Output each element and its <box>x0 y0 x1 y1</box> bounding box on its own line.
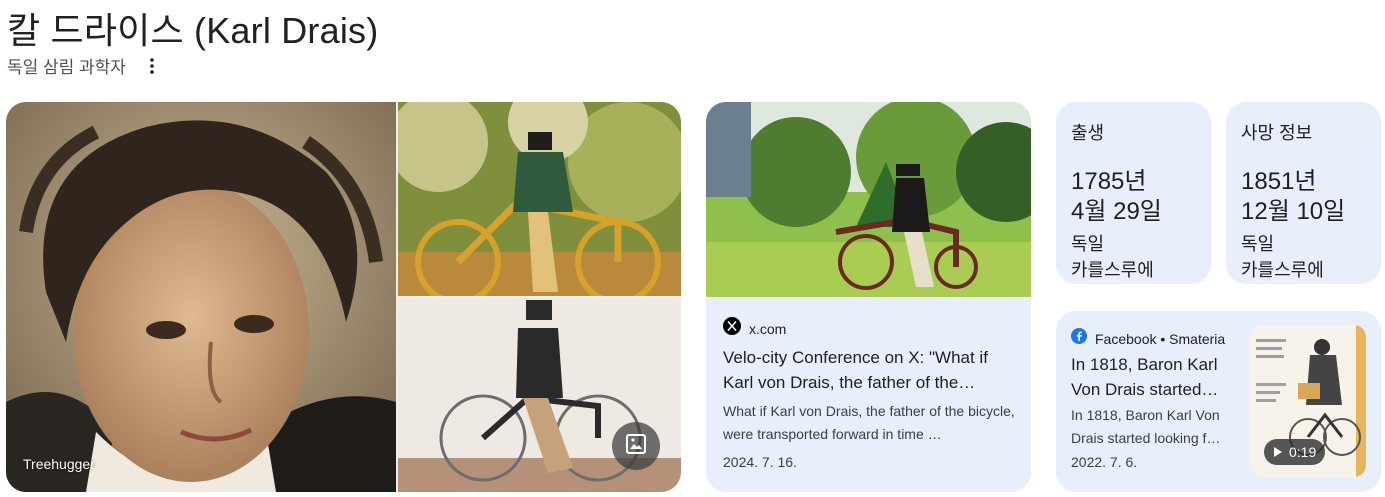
video-duration-badge: 0:19 <box>1264 439 1326 465</box>
birth-label: 출생 <box>1071 123 1105 143</box>
death-fact-card[interactable]: 사망 정보 1851년 12월 10일 독일 카를스루에 <box>1226 102 1381 284</box>
video-source-name: Facebook • Smateria <box>1095 330 1226 347</box>
image-gallery-button[interactable] <box>612 422 660 470</box>
birth-place-country: 독일 <box>1071 234 1105 254</box>
birth-place: 독일 카를스루에 <box>1071 231 1196 283</box>
article-card[interactable]: x.com Velo-city Conference on X: "What i… <box>706 102 1031 492</box>
video-snippet: In 1818, Baron Karl Von Drais started lo… <box>1071 407 1221 446</box>
video-date: 2022. 7. 6. <box>1071 454 1138 470</box>
subtitle-row: 독일 삼림 과학자 <box>7 53 160 78</box>
article-title[interactable]: Velo-city Conference on X: "What if Karl… <box>723 345 1018 395</box>
page-title: 칼 드라이스 (Karl Drais) <box>7 10 379 51</box>
birth-date: 1785년 4월 29일 <box>1071 167 1196 227</box>
image-gallery-icon <box>625 433 647 460</box>
death-place: 독일 카를스루에 <box>1241 231 1366 283</box>
article-snippet: What if Karl von Drais, the father of th… <box>723 403 1015 442</box>
article-thumbnail <box>706 102 1031 297</box>
video-source: Facebook • Smateria <box>1071 328 1225 349</box>
video-duration: 0:19 <box>1289 444 1317 460</box>
image-source-caption: Treehugger <box>23 456 95 472</box>
facebook-logo-icon <box>1071 328 1087 349</box>
death-date-year: 1851년 <box>1241 168 1317 195</box>
illustration-image[interactable] <box>398 298 681 492</box>
birth-fact-card[interactable]: 출생 1785년 4월 29일 독일 카를스루에 <box>1056 102 1211 284</box>
birth-date-year: 1785년 <box>1071 168 1147 195</box>
portrait-image[interactable]: Treehugger <box>6 102 396 492</box>
death-date: 1851년 12월 10일 <box>1241 167 1366 227</box>
birth-place-city: 카를스루에 <box>1071 260 1154 280</box>
play-icon <box>1273 444 1283 460</box>
video-card[interactable]: Facebook • Smateria In 1818, Baron Karl … <box>1056 311 1381 492</box>
birth-date-day: 4월 29일 <box>1071 198 1162 225</box>
death-place-city: 카를스루에 <box>1241 260 1324 280</box>
article-date: 2024. 7. 16. <box>723 454 797 470</box>
image-mosaic: Treehugger <box>6 102 681 492</box>
more-vert-icon[interactable] <box>144 56 160 76</box>
article-source: x.com <box>723 317 786 340</box>
article-source-name: x.com <box>749 320 787 337</box>
death-label: 사망 정보 <box>1241 123 1313 143</box>
painting-image[interactable] <box>398 102 681 296</box>
video-thumbnail[interactable]: 0:19 <box>1250 325 1366 477</box>
video-title[interactable]: In 1818, Baron Karl Von Drais started… <box>1071 352 1241 402</box>
death-date-day: 12월 10일 <box>1241 198 1346 225</box>
death-place-country: 독일 <box>1241 234 1275 254</box>
subtitle: 독일 삼림 과학자 <box>7 58 126 77</box>
x-logo-icon <box>723 317 741 340</box>
